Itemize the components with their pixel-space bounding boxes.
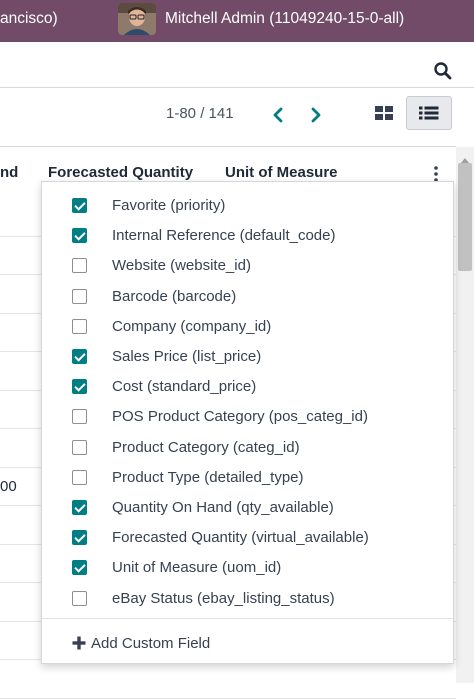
optional-column-label: Website (website_id) (112, 257, 251, 275)
optional-column-option[interactable]: eBay Status (ebay_listing_status) (42, 583, 453, 613)
optional-column-label: Barcode (barcode) (112, 287, 237, 305)
optional-column-option[interactable]: POS Product Category (pos_categ_id) (42, 401, 453, 431)
list-view-button[interactable] (406, 96, 452, 130)
list-icon (419, 106, 439, 120)
scroll-up-arrow-icon[interactable] (460, 151, 470, 163)
top-navbar: ancisco) Mitchell Admin (11049240-15-0-a… (0, 0, 474, 42)
checkbox-unchecked-icon[interactable] (72, 590, 87, 606)
column-header-quantity-on-hand[interactable]: nd (0, 164, 18, 181)
row-cell: 00 (0, 477, 17, 495)
control-panel: 1-80 / 141 (0, 96, 474, 136)
kanban-view-button[interactable] (366, 98, 402, 128)
optional-column-label: Company (company_id) (112, 317, 272, 335)
optional-column-option[interactable]: Barcode (barcode) (42, 281, 453, 311)
kanban-grid-icon (375, 106, 393, 120)
optional-column-label: POS Product Category (pos_categ_id) (112, 408, 368, 426)
user-avatar (118, 3, 156, 35)
column-header-forecasted-quantity[interactable]: Forecasted Quantity (48, 164, 193, 181)
optional-columns-dropdown: eBay Status (ebay_listing_status) Unit of… (41, 181, 454, 664)
optional-column-label: eBay Status (ebay_listing_status) (112, 589, 335, 607)
optional-column-label: Sales Price (list_price) (112, 348, 262, 365)
optional-column-option[interactable]: Quantity On Hand (qty_available) (42, 492, 453, 522)
optional-column-label: Product Type (detailed_type) (112, 468, 304, 486)
optional-column-option[interactable]: Cost (standard_price) (42, 371, 453, 401)
checkbox-checked-icon[interactable] (72, 228, 87, 244)
checkbox-checked-icon[interactable] (72, 560, 87, 576)
checkbox-unchecked-icon[interactable] (72, 258, 87, 274)
optional-column-label: Forecasted Quantity (virtual_available) (112, 529, 369, 547)
optional-column-label: Internal Reference (default_code) (112, 227, 336, 245)
add-custom-field-button[interactable]: Add Custom Field (72, 630, 210, 656)
scrollbar[interactable] (456, 147, 474, 683)
optional-column-label: Cost (standard_price) (112, 378, 257, 396)
dropdown-divider (42, 618, 453, 619)
checkbox-checked-icon[interactable] (72, 530, 87, 546)
checkbox-checked-icon[interactable] (72, 349, 87, 364)
optional-column-option[interactable]: Sales Price (list_price) (42, 341, 453, 371)
checkbox-unchecked-icon[interactable] (72, 469, 87, 485)
add-custom-field-label: Add Custom Field (91, 634, 211, 652)
optional-column-option[interactable]: Unit of Measure (uom_id) (42, 552, 453, 582)
optional-column-option[interactable]: Product Type (detailed_type) (42, 462, 453, 492)
pager-value[interactable]: 1-80 / 141 (166, 105, 234, 122)
scroll-thumb[interactable] (458, 163, 472, 271)
checkbox-unchecked-icon[interactable] (72, 409, 87, 425)
checkbox-unchecked-icon[interactable] (72, 318, 87, 334)
table-row[interactable] (0, 660, 456, 699)
user-menu[interactable]: Mitchell Admin (11049240-15-0-all) (118, 0, 404, 42)
checkbox-checked-icon[interactable] (72, 500, 87, 515)
optional-column-label: Unit of Measure (uom_id) (112, 559, 282, 577)
optional-column-label: Quantity On Hand (qty_available) (112, 499, 334, 516)
chevron-left-icon[interactable] (268, 105, 288, 125)
optional-column-option[interactable]: Product Category (categ_id) (42, 432, 453, 462)
chevron-right-icon[interactable] (306, 105, 326, 125)
plus-icon (72, 636, 86, 650)
checkbox-checked-icon[interactable] (72, 198, 87, 213)
checkbox-unchecked-icon[interactable] (72, 439, 87, 455)
user-name: Mitchell Admin (11049240-15-0-all) (165, 10, 405, 27)
optional-column-option[interactable]: Company (company_id) (42, 311, 453, 341)
company-switcher[interactable]: ancisco) (0, 0, 58, 42)
optional-column-label: Favorite (priority) (112, 197, 226, 214)
optional-column-option[interactable]: Website (website_id) (42, 250, 453, 280)
column-header-unit-of-measure[interactable]: Unit of Measure (225, 164, 338, 181)
optional-column-option[interactable]: Favorite (priority) (42, 190, 453, 220)
search-divider (0, 87, 474, 88)
checkbox-checked-icon[interactable] (72, 379, 87, 395)
optional-column-option[interactable]: Forecasted Quantity (virtual_available) (42, 522, 453, 552)
optional-column-label: Product Category (categ_id) (112, 438, 300, 456)
optional-column-option[interactable]: Internal Reference (default_code) (42, 220, 453, 250)
search-bar (0, 52, 474, 88)
search-icon[interactable] (432, 60, 454, 82)
checkbox-unchecked-icon[interactable] (72, 288, 87, 304)
